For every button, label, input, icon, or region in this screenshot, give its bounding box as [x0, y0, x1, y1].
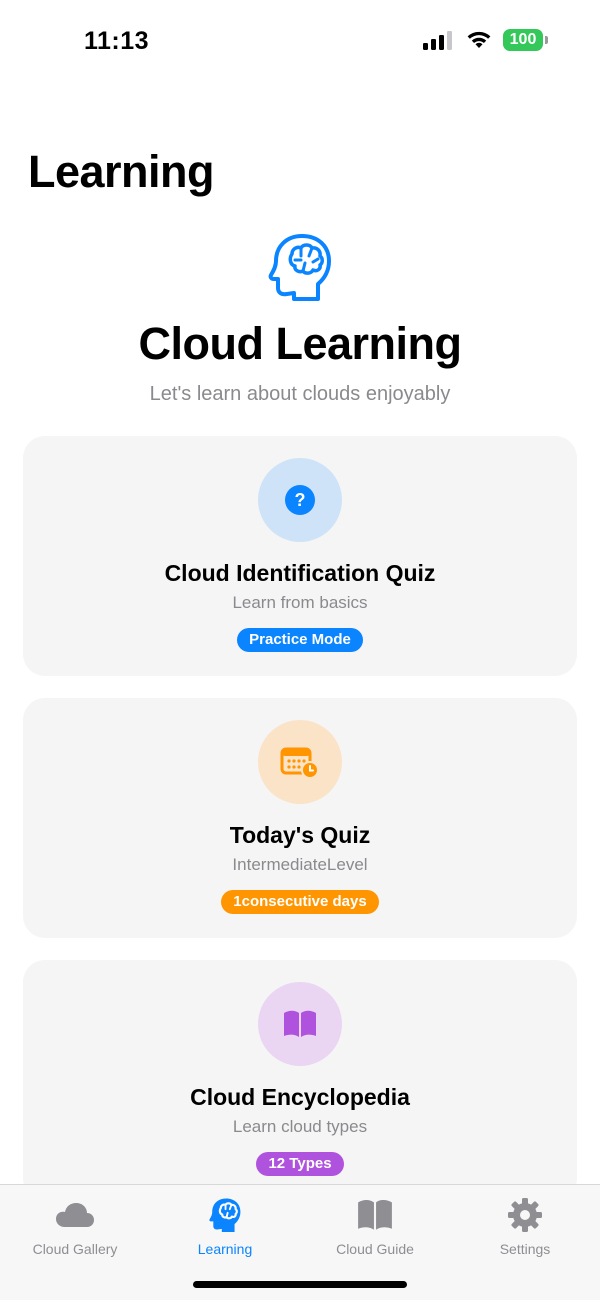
card-icon-circle: ?	[258, 458, 342, 542]
tab-cloud-gallery[interactable]: Cloud Gallery	[0, 1195, 150, 1257]
tab-label: Settings	[499, 1241, 551, 1257]
tab-settings[interactable]: Settings	[450, 1195, 600, 1257]
battery-indicator: 100	[503, 29, 548, 51]
tab-label: Cloud Gallery	[32, 1241, 118, 1257]
battery-level: 100	[503, 29, 543, 51]
question-mark-circle-icon: ?	[285, 485, 315, 515]
calendar-clock-icon	[280, 747, 319, 779]
status-time: 11:13	[84, 27, 150, 55]
page-title: Learning	[28, 146, 215, 197]
brain-head-icon	[209, 1198, 241, 1232]
cloud-icon	[56, 1203, 94, 1227]
hero-subtitle: Let's learn about clouds enjoyably	[149, 383, 451, 405]
tab-cloud-guide[interactable]: Cloud Guide	[300, 1195, 450, 1257]
card-title: Cloud Identification Quiz	[164, 560, 436, 586]
card-title: Cloud Encyclopedia	[190, 1084, 410, 1110]
card-identification-quiz[interactable]: ? Cloud Identification Quiz Learn from b…	[23, 436, 577, 676]
book-icon	[284, 1010, 316, 1037]
card-badge: Practice Mode	[237, 628, 363, 652]
book-icon	[358, 1199, 392, 1230]
battery-tip	[545, 36, 548, 44]
cellular-signal-icon	[423, 31, 452, 50]
brain-head-icon	[268, 234, 331, 301]
tab-label: Learning	[197, 1241, 253, 1257]
card-icon-circle	[258, 982, 342, 1066]
card-subtitle: Learn cloud types	[232, 1117, 368, 1136]
tab-learning[interactable]: Learning	[150, 1195, 300, 1257]
card-subtitle: Learn from basics	[232, 593, 368, 612]
gear-icon	[508, 1198, 542, 1232]
card-badge: 12 Types	[256, 1152, 344, 1176]
svg-text:?: ?	[295, 490, 306, 510]
status-indicators: 100	[423, 29, 548, 51]
home-indicator[interactable]	[193, 1281, 407, 1288]
wifi-icon	[467, 31, 491, 48]
tab-label: Cloud Guide	[336, 1241, 414, 1257]
card-badge: 1consecutive days	[221, 890, 379, 914]
card-title: Today's Quiz	[229, 822, 371, 848]
card-icon-circle	[258, 720, 342, 804]
card-todays-quiz[interactable]: Today's Quiz IntermediateLevel 1consecut…	[23, 698, 577, 938]
status-bar: 11:13 100	[0, 0, 600, 82]
hero-title: Cloud Learning	[138, 318, 463, 369]
card-cloud-encyclopedia[interactable]: Cloud Encyclopedia Learn cloud types 12 …	[23, 960, 577, 1200]
card-subtitle: IntermediateLevel	[232, 855, 368, 874]
